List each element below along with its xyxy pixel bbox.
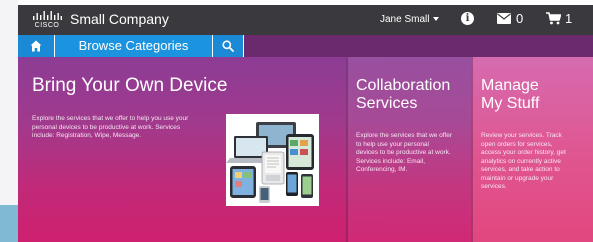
search-button[interactable] bbox=[213, 35, 243, 57]
hero-title: Bring Your Own Device bbox=[32, 75, 228, 96]
user-name: Jane Small bbox=[380, 14, 430, 25]
cisco-bars-icon bbox=[33, 11, 62, 20]
collaboration-title-line1: Collaboration bbox=[356, 77, 451, 94]
cart-count[interactable]: 1 bbox=[565, 11, 572, 26]
company-name: Small Company bbox=[70, 11, 169, 27]
portal-app: CISCO Small Company Jane Small i 0 1 Bro… bbox=[18, 5, 593, 242]
nav-bar-filler bbox=[244, 35, 593, 57]
collaboration-title-line2: Services bbox=[356, 95, 418, 112]
top-header: CISCO Small Company Jane Small i 0 1 bbox=[18, 5, 593, 35]
chevron-down-icon bbox=[433, 17, 440, 22]
logo-text: CISCO bbox=[34, 22, 60, 29]
mail-count[interactable]: 0 bbox=[516, 11, 523, 26]
browse-categories-button[interactable]: Browse Categories bbox=[55, 35, 212, 57]
cisco-logo[interactable]: CISCO bbox=[32, 11, 62, 31]
byod-panel[interactable]: Bring Your Own Device Explore the servic… bbox=[18, 57, 345, 242]
home-icon bbox=[30, 40, 42, 52]
home-button[interactable] bbox=[18, 35, 54, 57]
envelope-icon[interactable] bbox=[497, 13, 511, 24]
hero-description: Explore the services that we offer to he… bbox=[32, 115, 189, 139]
manage-description: Review your services. Track open orders … bbox=[481, 132, 566, 190]
collaboration-title: Collaboration Services bbox=[356, 77, 450, 113]
cart-icon[interactable] bbox=[546, 12, 561, 25]
info-icon[interactable]: i bbox=[461, 12, 474, 25]
nav-bar: Browse Categories bbox=[18, 35, 593, 57]
manage-title-line1: Manage bbox=[481, 77, 539, 94]
manage-title: Manage My Stuff bbox=[481, 77, 539, 113]
user-menu[interactable]: Jane Small bbox=[380, 14, 440, 25]
search-icon bbox=[222, 40, 234, 52]
collaboration-description: Explore the services that we offer to he… bbox=[356, 132, 452, 173]
devices-image bbox=[226, 114, 319, 206]
manage-title-line2: My Stuff bbox=[481, 95, 540, 112]
page-edge bbox=[0, 0, 18, 242]
manage-panel[interactable]: Manage My Stuff Review your services. Tr… bbox=[471, 57, 593, 242]
collaboration-panel[interactable]: Collaboration Services Explore the servi… bbox=[346, 57, 472, 242]
devices-illustration bbox=[226, 114, 319, 206]
hero-banner: Bring Your Own Device Explore the servic… bbox=[18, 57, 593, 242]
page: CISCO Small Company Jane Small i 0 1 Bro… bbox=[0, 0, 593, 242]
